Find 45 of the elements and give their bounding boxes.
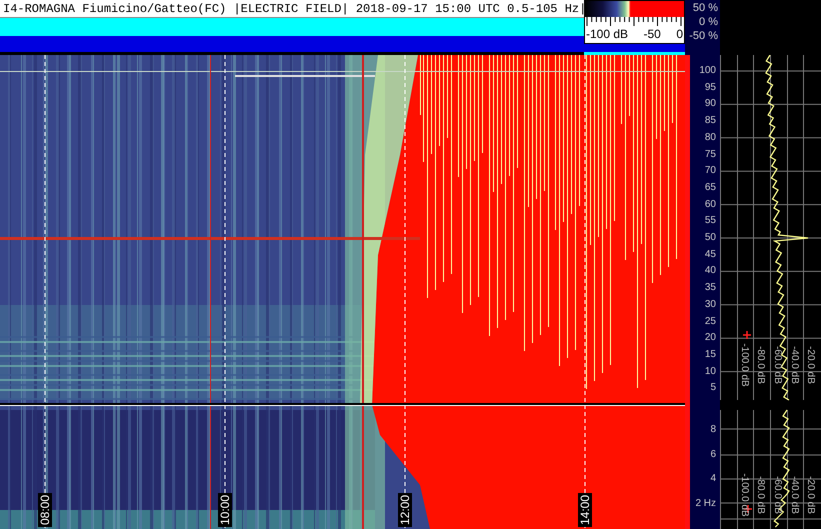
percent-label: -50 % [688,30,719,43]
db-label: -40.0 dB [788,476,800,514]
frequency-label: 85 [704,115,716,128]
frequency-label: 6 [710,448,716,460]
frequency-label: 100 [699,65,716,77]
frequency-label: 45 [704,248,716,261]
db-label: -40.0 dB [788,346,800,384]
frequency-label: 50 [704,232,716,244]
frequency-label: 95 [704,82,716,94]
db-label: -60.0 dB [771,476,783,514]
time-label: 08:00 [38,492,52,528]
frequency-label: 20 [704,332,716,344]
frequency-label: 8 [710,424,716,436]
frequency-label: 35 [704,282,716,294]
db-label: -80.0 dB [754,476,766,514]
db-label: -100.0 dB [738,473,750,517]
db-label: -100.0 dB [738,343,750,387]
frequency-label: 5 [710,382,716,394]
time-label: 12:00 [398,492,412,528]
frequency-label: 55 [704,215,716,228]
frequency-label: 60 [704,198,716,211]
frequency-label: 15 [704,348,716,361]
frequency-label: 30 [704,298,716,311]
percent-label: 0 % [698,16,719,29]
color-scale-label: 0 [676,27,683,41]
frequency-label: 70 [704,165,716,178]
db-label: -20.0 dB [804,476,816,514]
time-label: 10:00 [218,492,232,528]
frequency-label: 25 [704,316,716,328]
percent-label: 50 % [692,2,719,15]
db-label: -20.0 dB [804,346,816,384]
color-scale-label: -50 [644,27,661,41]
time-label: 14:00 [578,492,592,528]
frequency-label: 40 [704,265,716,278]
frequency-label: 75 [704,148,716,160]
frequency-label: 10 [704,366,716,378]
station-title: I4-ROMAGNA Fiumicino/Gatteo(FC) |ELECTRIC FIELD| 2018-09-17 15:00 UTC 0.5-105 Hz| [0,0,584,18]
frequency-label: 90 [704,98,716,110]
frequency-label: 65 [704,182,716,194]
frequency-label: 2 Hz [695,498,716,510]
frequency-label: 4 [710,473,716,485]
db-label: -80.0 dB [754,346,766,384]
frequency-label: 80 [704,132,716,144]
color-scale-label: -100 dB [586,27,628,41]
db-label: -60.0 dB [771,346,783,384]
